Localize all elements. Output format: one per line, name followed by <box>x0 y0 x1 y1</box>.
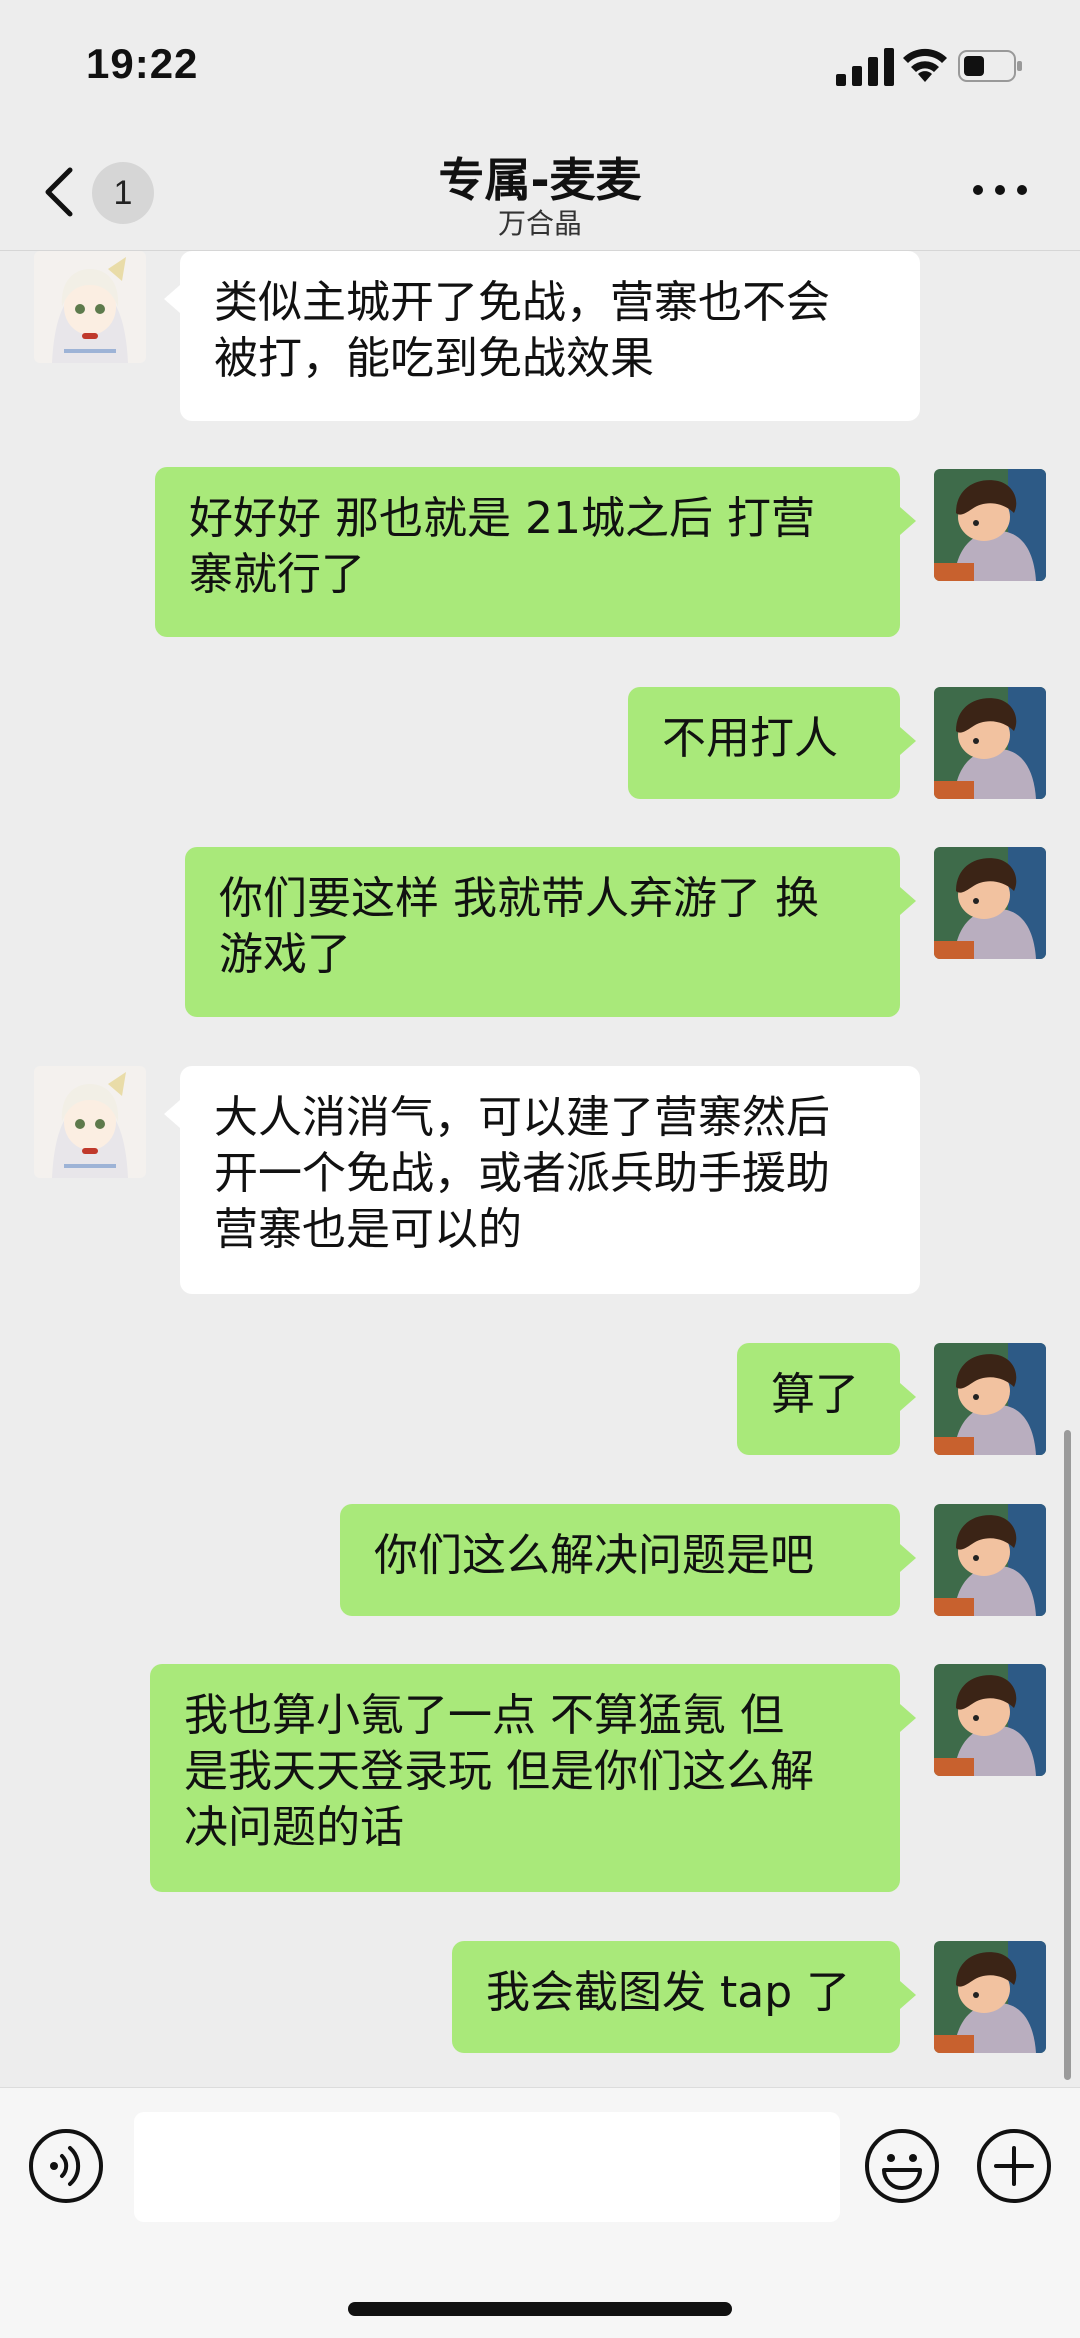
message-text-line: 寨就行了 <box>189 549 365 600</box>
emoji-icon[interactable] <box>864 2128 940 2204</box>
chat-header: 1 专属-麦麦 万合晶 <box>0 140 1080 251</box>
plus-circle-icon[interactable] <box>976 2128 1052 2204</box>
message-text-line: 游戏了 <box>219 929 351 980</box>
message-text-line: 营寨也是可以的 <box>214 1204 522 1255</box>
status-time: 19:22 <box>86 40 199 87</box>
message-bubble-sent[interactable]: 我会截图发 tap 了 <box>452 1941 916 2053</box>
my-avatar[interactable] <box>934 847 1046 959</box>
battery-icon <box>958 50 1022 82</box>
my-avatar[interactable] <box>934 1664 1046 1776</box>
wifi-icon <box>903 48 947 82</box>
message-list[interactable]: 类似主城开了免战，营寨也不会 被打，能吃到免战效果 好好好 那也就是 21城之后… <box>0 251 1080 2087</box>
message-text-line: 我也算小氪了一点 不算猛氪 但 <box>184 1690 784 1741</box>
status-bar: 19:22 <box>0 0 1080 140</box>
more-options-icon[interactable] <box>970 180 1030 200</box>
message-list-scrollbar[interactable] <box>1064 1430 1071 2080</box>
message-text-line: 开一个免战，或者派兵助手援助 <box>214 1148 830 1199</box>
chat-title: 专属-麦麦 <box>438 153 642 207</box>
message-input[interactable] <box>134 2112 840 2222</box>
my-avatar[interactable] <box>934 1941 1046 2053</box>
message-text-line: 算了 <box>771 1369 859 1420</box>
input-bar <box>0 2087 1080 2338</box>
message-text-line: 不用打人 <box>662 713 838 764</box>
message-text-line: 被打，能吃到免战效果 <box>214 333 654 384</box>
message-bubble-sent[interactable]: 你们这么解决问题是吧 <box>340 1504 916 1616</box>
message-text-line: 类似主城开了免战，营寨也不会 <box>214 277 830 328</box>
message-bubble-sent[interactable]: 好好好 那也就是 21城之后 打营 寨就行了 <box>155 467 916 637</box>
message-text-line: 你们这么解决问题是吧 <box>374 1530 814 1581</box>
message-text-line: 决问题的话 <box>184 1802 404 1853</box>
message-bubble-sent[interactable]: 不用打人 <box>628 687 916 799</box>
message-text-line: 是我天天登录玩 但是你们这么解 <box>184 1746 814 1797</box>
my-avatar[interactable] <box>934 469 1046 581</box>
message-text-line: 好好好 那也就是 21城之后 打营 <box>189 493 815 544</box>
voice-icon[interactable] <box>28 2128 104 2204</box>
chat-subtitle: 万合晶 <box>497 207 582 240</box>
message-bubble-sent[interactable]: 算了 <box>737 1343 916 1455</box>
my-avatar[interactable] <box>934 1504 1046 1616</box>
message-bubble-received[interactable]: 大人消消气，可以建了营寨然后 开一个免战，或者派兵助手援助 营寨也是可以的 <box>164 1066 920 1294</box>
contact-avatar[interactable] <box>34 1066 146 1178</box>
contact-avatar[interactable] <box>34 251 146 363</box>
message-bubble-sent[interactable]: 我也算小氪了一点 不算猛氪 但 是我天天登录玩 但是你们这么解 决问题的话 <box>150 1664 916 1892</box>
message-text-line: 我会截图发 tap 了 <box>486 1967 851 2018</box>
my-avatar[interactable] <box>934 1343 1046 1455</box>
home-indicator[interactable] <box>348 2302 732 2316</box>
message-text-line: 大人消消气，可以建了营寨然后 <box>214 1092 830 1143</box>
message-bubble-received[interactable]: 类似主城开了免战，营寨也不会 被打，能吃到免战效果 <box>164 251 920 421</box>
message-bubble-sent[interactable]: 你们要这样 我就带人弃游了 换 游戏了 <box>185 847 916 1017</box>
my-avatar[interactable] <box>934 687 1046 799</box>
cellular-signal-icon <box>836 48 894 86</box>
message-text-line: 你们要这样 我就带人弃游了 换 <box>219 873 819 924</box>
